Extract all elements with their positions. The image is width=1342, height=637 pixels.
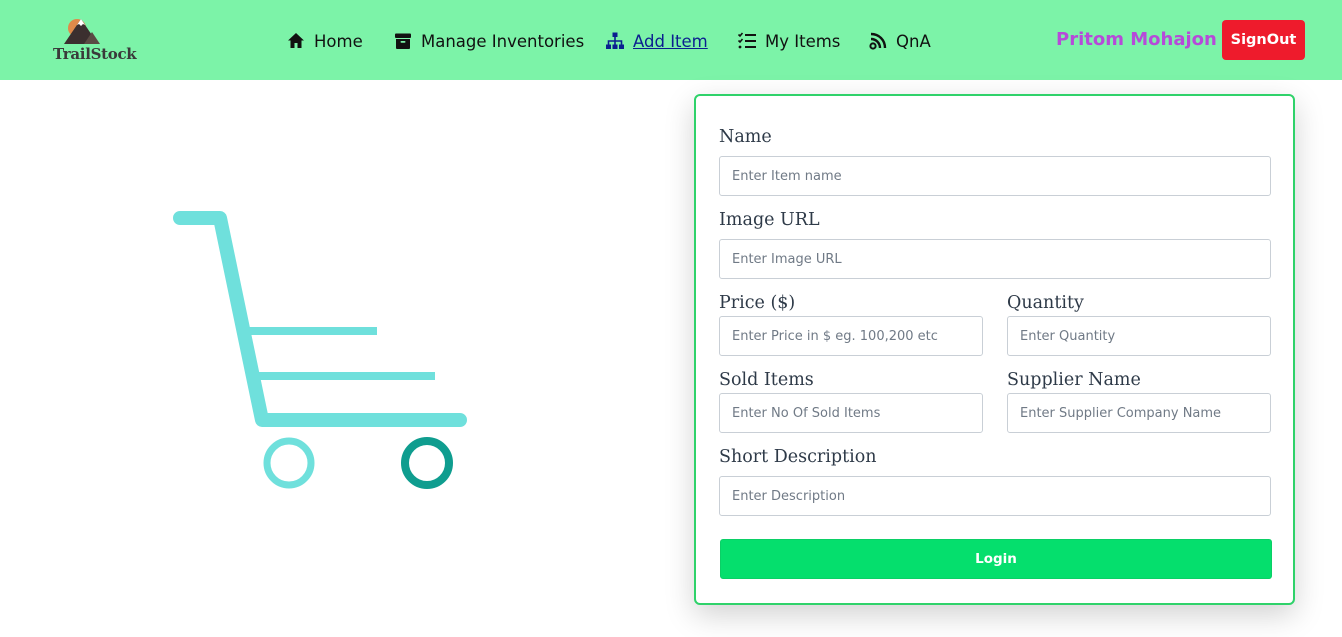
- quantity-label: Quantity: [1007, 293, 1084, 313]
- shopping-cart-icon: [173, 211, 467, 489]
- sold-items-input[interactable]: [719, 393, 983, 433]
- nav-my-items-label: My Items: [765, 31, 841, 51]
- brand-logo[interactable]: TrailStock: [52, 14, 142, 66]
- archive-box-icon: [395, 33, 411, 49]
- item-name-input[interactable]: [719, 156, 1271, 196]
- nav-qna-label: QnA: [896, 31, 931, 51]
- image-url-input[interactable]: [719, 239, 1271, 279]
- blog-icon: [869, 32, 887, 50]
- price-input[interactable]: [719, 316, 983, 356]
- nav-manage-inventories[interactable]: Manage Inventories: [393, 29, 584, 53]
- brand-name: TrailStock: [53, 45, 137, 63]
- signout-button[interactable]: SignOut: [1222, 20, 1305, 60]
- short-description-label: Short Description: [719, 447, 877, 467]
- sitemap-icon: [606, 32, 624, 49]
- nav-my-items[interactable]: My Items: [737, 29, 840, 53]
- supplier-name-input[interactable]: [1007, 393, 1271, 433]
- nav-qna[interactable]: QnA: [868, 29, 931, 53]
- quantity-input[interactable]: [1007, 316, 1271, 356]
- home-icon: [288, 33, 304, 48]
- nav-home-label: Home: [314, 31, 363, 51]
- description-input[interactable]: [719, 476, 1271, 516]
- user-name: Pritom Mohajon: [1056, 29, 1217, 50]
- nav-add-item[interactable]: Add Item: [605, 29, 708, 53]
- nav-home[interactable]: Home: [286, 29, 363, 53]
- price-label: Price ($): [719, 293, 796, 313]
- image-url-label: Image URL: [719, 210, 820, 230]
- add-item-form: Name Image URL Price ($) Quantity Sold I…: [694, 94, 1295, 605]
- supplier-name-label: Supplier Name: [1007, 370, 1141, 390]
- name-label: Name: [719, 127, 772, 147]
- nav-manage-inventories-label: Manage Inventories: [421, 31, 585, 51]
- nav-add-item-label: Add Item: [633, 31, 708, 51]
- submit-button[interactable]: Login: [720, 539, 1272, 579]
- navbar: TrailStock Home Manage Inventories Add I…: [0, 0, 1342, 80]
- checklist-icon: [737, 32, 756, 49]
- mountain-sun-logo-icon: [64, 19, 100, 44]
- sold-items-label: Sold Items: [719, 370, 814, 390]
